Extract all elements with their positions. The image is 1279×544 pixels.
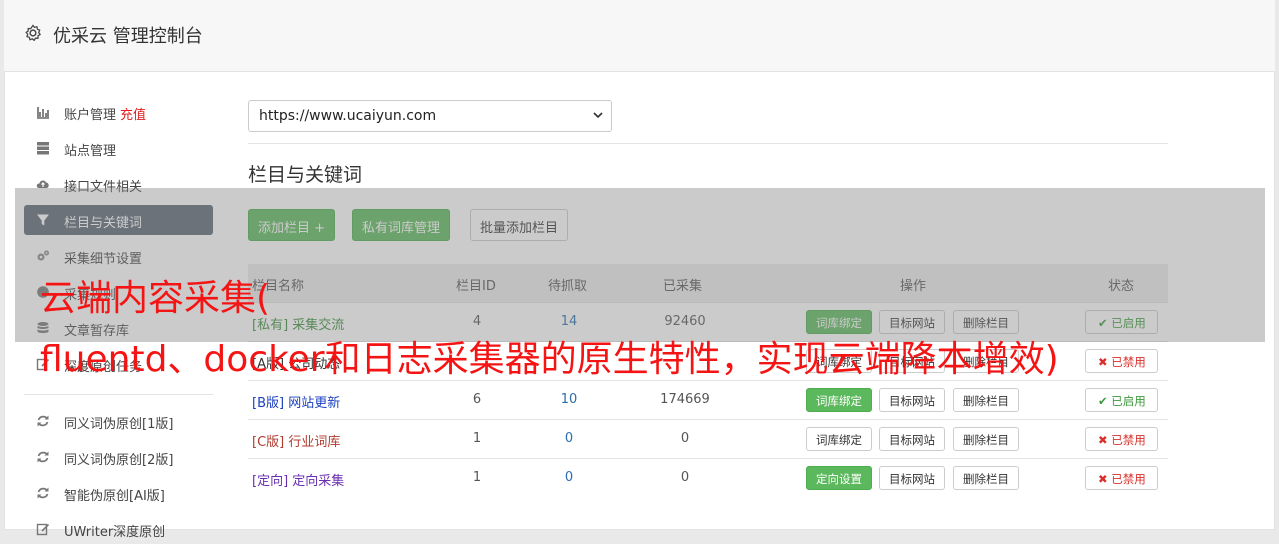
- sidebar-item-label: 同义词伪原创[1版]: [64, 417, 174, 432]
- gear-icon: [25, 24, 41, 42]
- refresh-icon: [37, 451, 49, 463]
- site-select[interactable]: https://www.ucaiyun.com: [248, 100, 612, 132]
- column-tag: [C版]: [252, 435, 285, 450]
- target-site-button[interactable]: 目标网站: [879, 427, 945, 451]
- watermark-line-1: 云端内容采集(: [40, 278, 271, 319]
- sidebar-item-label: 站点管理: [64, 144, 117, 159]
- column-name: 定向采集: [292, 474, 345, 489]
- status-toggle[interactable]: ✖ 已禁用: [1085, 466, 1158, 490]
- column-tag: [定向]: [252, 474, 289, 489]
- refresh-icon: [37, 415, 49, 427]
- status-toggle[interactable]: ✖ 已禁用: [1085, 427, 1158, 451]
- column-tag: [B版]: [252, 396, 285, 411]
- lexicon-bind-button[interactable]: 词库绑定: [806, 388, 872, 412]
- status-label: 已禁用: [1111, 433, 1146, 447]
- refresh-icon: [37, 487, 49, 499]
- sidebar-item-synonym-v2[interactable]: 同义词伪原创[2版]: [24, 442, 213, 472]
- recharge-link[interactable]: 充值: [120, 108, 146, 123]
- column-id: 6: [472, 392, 482, 407]
- column-name-cell[interactable]: [定向] 定向采集: [252, 470, 344, 489]
- delete-column-button[interactable]: 删除栏目: [953, 466, 1019, 490]
- status-toggle[interactable]: ✖ 已禁用: [1085, 349, 1158, 373]
- delete-column-button[interactable]: 删除栏目: [953, 388, 1019, 412]
- lexicon-bind-button[interactable]: 词库绑定: [806, 427, 872, 451]
- column-id: 1: [472, 470, 482, 485]
- sidebar-divider: [24, 394, 213, 395]
- delete-column-button[interactable]: 删除栏目: [953, 427, 1019, 451]
- sidebar-item-label: 账户管理: [64, 108, 117, 123]
- server-icon: [37, 142, 49, 155]
- status-toggle[interactable]: ✔ 已启用: [1085, 388, 1158, 412]
- lexicon-bind-button[interactable]: 定向设置: [806, 466, 872, 490]
- section-title: 栏目与关键词: [248, 164, 363, 186]
- page-title: 优采云 管理控制台: [53, 26, 203, 47]
- sidebar-item-synonym-v1[interactable]: 同义词伪原创[1版]: [24, 406, 213, 436]
- target-site-button[interactable]: 目标网站: [879, 466, 945, 490]
- status-label: 已禁用: [1111, 472, 1146, 486]
- pending-count[interactable]: 0: [565, 470, 573, 485]
- divider: [248, 143, 1168, 144]
- sidebar-item-label: UWriter深度原创: [64, 525, 166, 540]
- column-name: 行业词库: [288, 435, 341, 450]
- column-id: 1: [472, 431, 482, 446]
- column-name-cell[interactable]: [B版] 网站更新: [252, 392, 340, 411]
- collected-count: 0: [680, 431, 690, 446]
- target-site-button[interactable]: 目标网站: [879, 388, 945, 412]
- watermark-line-2: fluentd、docker和日志采集器的原生特性，实现云端降本增效): [40, 339, 1059, 380]
- sidebar-item-account[interactable]: 账户管理 充值: [24, 97, 213, 127]
- chevron-down-icon: [593, 112, 603, 119]
- sidebar-item-ai-rewrite[interactable]: 智能伪原创[AI版]: [24, 478, 213, 508]
- edit-icon: [36, 523, 50, 536]
- collected-count: 0: [680, 470, 690, 485]
- column-name-cell[interactable]: [C版] 行业词库: [252, 431, 340, 450]
- collected-count: 174669: [660, 392, 710, 407]
- sidebar-item-uwriter[interactable]: UWriter深度原创: [24, 514, 213, 544]
- status-label: 已禁用: [1111, 355, 1146, 369]
- check-icon: ✔: [1098, 394, 1108, 408]
- page-header: 优采云 管理控制台: [4, 0, 1275, 72]
- pending-count[interactable]: 10: [561, 392, 578, 407]
- bar-chart-icon: [37, 107, 49, 119]
- cross-icon: ✖: [1098, 355, 1108, 369]
- sidebar-item-label: 同义词伪原创[2版]: [64, 453, 174, 468]
- site-select-value: https://www.ucaiyun.com: [259, 108, 437, 124]
- sidebar-item-sites[interactable]: 站点管理: [24, 133, 213, 163]
- table-row: [B版] 网站更新 6 10 174669 词库绑定 目标网站 删除栏目 ✔ 已启用: [248, 380, 1168, 419]
- table-row: [C版] 行业词库 1 0 0 词库绑定 目标网站 删除栏目 ✖ 已禁用: [248, 419, 1168, 458]
- table-row: [定向] 定向采集 1 0 0 定向设置 目标网站 删除栏目 ✖ 已禁用: [248, 458, 1168, 497]
- cross-icon: ✖: [1098, 472, 1108, 486]
- status-label: 已启用: [1111, 394, 1146, 408]
- cross-icon: ✖: [1098, 433, 1108, 447]
- sidebar-item-label: 智能伪原创[AI版]: [64, 489, 165, 504]
- column-name: 网站更新: [288, 396, 341, 411]
- pending-count[interactable]: 0: [565, 431, 573, 446]
